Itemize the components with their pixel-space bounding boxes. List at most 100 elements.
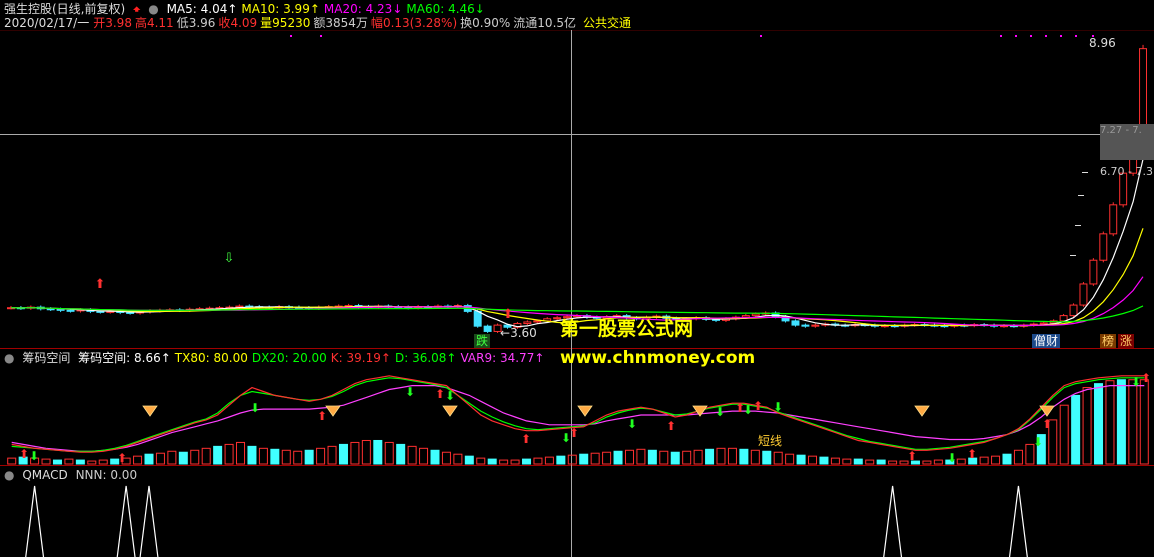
indicator-value: 39.19 [346,351,381,365]
indicator-value: 34.77 [499,351,535,365]
ma-value: 4.46 [448,2,475,16]
candle-body [811,324,820,327]
ma-legend-item: MA10: 3.99↑ [241,2,319,16]
signal-tag[interactable]: 榜 [1100,334,1117,348]
candle-body [1069,304,1078,317]
quote-value: 3854万 [325,16,368,30]
chip-bar [876,459,886,465]
high-price-label: 8.96 [1089,36,1116,50]
trend-arrow-icon: ↑ [446,351,457,365]
ma-label: MA60: [406,2,449,16]
chip-bar [796,454,806,465]
indicator-label: 筹码空间: [78,351,135,365]
indicator-legend-item: TX80: 80.00 [175,351,248,365]
price-tick [1075,225,1081,226]
sell-arrow-icon: ⬇ [29,449,39,463]
quote-label: 高 [134,16,147,30]
qmacd-value: 0.00 [110,468,138,482]
buy-arrow-icon: ⬆ [753,399,763,413]
quote-legend-item: 换0.90% [460,16,510,30]
chip-bar [1116,379,1126,465]
panel2-name[interactable]: 筹码空间 [22,351,70,365]
chip-bar [556,455,566,465]
buy-arrow-icon: ⬆ [117,451,127,465]
chip-bar [739,448,749,465]
dropdown-circle-icon[interactable]: ● [148,2,158,16]
candle-body [1089,259,1098,285]
quote-date: 2020/02/17/一 [4,16,90,30]
low-price-value: 3.60 [510,326,537,340]
quote-label: 低 [176,16,189,30]
quote-label: 额 [313,16,326,30]
chip-bar [613,450,623,465]
price-band-box: 7.27 - 7. [1100,124,1154,160]
sell-arrow-icon: ⬇ [445,389,455,403]
candle-body [523,321,532,325]
panel3-name[interactable]: QMACD [22,468,67,482]
panel2-header: ● 筹码空间 筹码空间: 8.66↑ TX80: 80.00 DX20: 20.00… [4,351,552,365]
sell-arrow-icon: ⬇ [743,403,753,417]
trend-arrow-icon: ↑ [160,351,171,365]
indicator-value: 20.00 [292,351,327,365]
chip-bar [373,439,383,465]
candle-body [1099,233,1108,261]
trend-arrow-icon: ↓ [392,2,403,16]
ma-value: 3.99 [283,2,310,16]
concept-tag[interactable]: 公共交通 [583,16,631,30]
chip-bar [144,453,154,465]
ma-label: MA5: [166,2,201,16]
trend-arrow-icon: ↑ [534,351,545,365]
quote-value: 4.11 [146,16,174,30]
candle-body [483,325,492,332]
quote-legend-item: 量95230 [260,16,310,30]
candle-body [1109,204,1118,235]
quote-value: 95230 [272,16,311,30]
chip-bar [213,445,223,465]
indicator-label: TX80: [174,351,214,365]
buy-arrow-icon: ⬆ [19,447,29,461]
quote-label: 收 [218,16,231,30]
quote-value: 0.90% [472,16,511,30]
price-tick [1070,255,1076,256]
signal-tag[interactable]: 僧财 [1032,334,1061,348]
chip-bar [1071,394,1081,465]
signal-arrow-icon: ⇩ [224,251,235,266]
watermark-url: www.chnmoney.com [560,348,756,368]
panel3-header: ● QMACD NNN: 0.00 [4,468,145,482]
chip-bar [430,449,440,465]
panel-options-icon[interactable]: ● [4,468,14,482]
ma-label: MA10: [241,2,284,16]
panel2-legend: 筹码空间: 8.66↑ TX80: 80.00 DX20: 20.00 K: 39.1… [78,351,548,365]
signal-tag[interactable]: 涨 [1118,334,1135,348]
ma-legend-item: MA5: 4.04↑ [167,2,238,16]
signal-arrow-icon: ⬆ [503,307,514,322]
qmacd-label: NNN: [75,468,111,482]
chip-bar [396,443,406,465]
up-arrow-icon: 🠹 [133,2,141,16]
quote-legend-item: 流通10.5亿 [513,16,576,30]
trend-arrow-icon: ↑ [309,2,320,16]
candle-body [473,310,482,327]
short-term-annotation: 短线 [758,434,783,448]
quote-legend: 开3.98 高4.11 低3.96 收4.09 量95230 额3854万 幅0.13(3.… [93,16,579,30]
trend-arrow-icon: ↓ [474,2,485,16]
stock-title[interactable]: 强生控股(日线,前复权) [4,2,125,16]
sell-arrow-icon: ⬇ [561,431,571,445]
candle-body [533,320,542,323]
ma-value: 4.04 [200,2,228,16]
signal-tag[interactable]: 跌 [474,334,491,348]
marker-dot [760,35,762,37]
quote-label: 开 [93,16,106,30]
chip-bar [1002,453,1012,465]
indicator-legend-item: D: 36.08↑ [395,351,457,365]
chip-bar [247,445,257,465]
chip-bar [670,451,680,465]
indicator-legend-item: VAR9: 34.77↑ [460,351,544,365]
panel3-legend: NNN: 0.00 [76,468,142,482]
buy-arrow-icon: ⬆ [435,387,445,401]
trend-arrow-icon: ↑ [227,2,238,16]
quote-value: 4.09 [230,16,258,30]
quote-label: 流通 [513,16,538,30]
candle-body [801,324,810,327]
panel-options-icon[interactable]: ● [4,351,14,365]
